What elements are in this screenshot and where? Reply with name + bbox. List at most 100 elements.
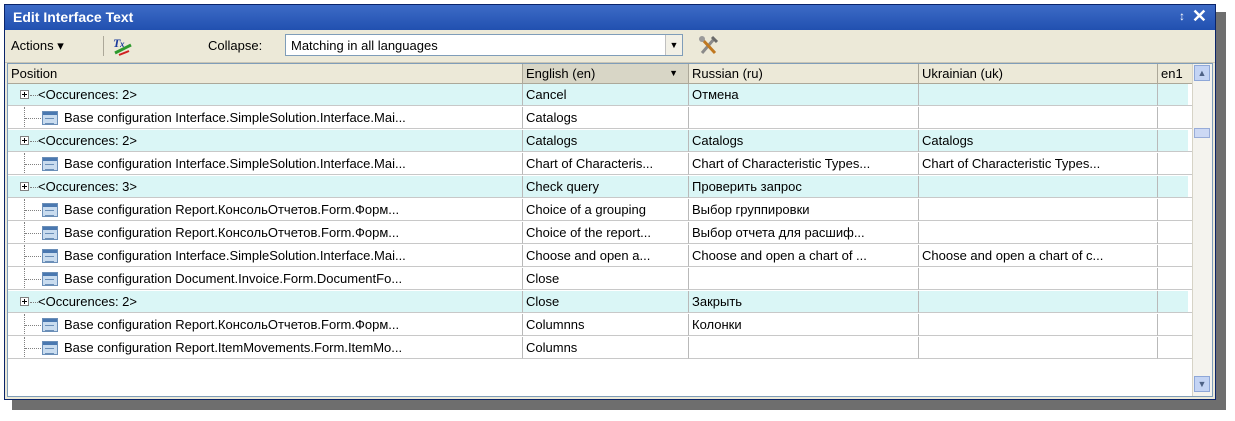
cell-russian[interactable]: Выбор группировки	[689, 199, 919, 221]
cell-ukrainian[interactable]	[919, 84, 1158, 106]
cell-en1[interactable]	[1158, 153, 1194, 175]
cell-en1[interactable]	[1158, 291, 1194, 313]
scroll-thumb[interactable]	[1194, 128, 1210, 138]
cell-position[interactable]: <Occurences: 2>	[8, 291, 523, 313]
cell-ukrainian[interactable]	[919, 314, 1158, 336]
cell-english[interactable]: Cancel	[523, 84, 689, 106]
column-header-position[interactable]: Position	[8, 64, 523, 83]
table-row[interactable]: Base configuration Report.КонсольОтчетов…	[8, 222, 1194, 244]
cell-en1[interactable]	[1158, 222, 1194, 244]
cell-english[interactable]: Catalogs	[523, 130, 689, 152]
collapse-select[interactable]: Matching in all languages ▼	[285, 34, 683, 56]
cell-russian[interactable]	[689, 337, 919, 359]
scroll-up-button[interactable]: ▲	[1194, 65, 1210, 81]
cell-position[interactable]: Base configuration Report.КонсольОтчетов…	[8, 199, 523, 221]
occurrences-label: <Occurences: 2>	[38, 294, 137, 309]
cell-ukrainian[interactable]	[919, 199, 1158, 221]
cell-english[interactable]: Choose and open a...	[523, 245, 689, 267]
cell-russian[interactable]	[689, 268, 919, 290]
cell-en1[interactable]	[1158, 107, 1194, 129]
cell-ukrainian[interactable]	[919, 268, 1158, 290]
table-row[interactable]: Base configuration Interface.SimpleSolut…	[8, 245, 1194, 267]
cell-position[interactable]: Base configuration Interface.SimpleSolut…	[8, 153, 523, 175]
cell-position[interactable]: <Occurences: 3>	[8, 176, 523, 198]
group-row[interactable]: <Occurences: 3> Check query Проверить запр…	[8, 176, 1194, 198]
cell-en1[interactable]	[1158, 268, 1194, 290]
table-row[interactable]: Base configuration Document.Invoice.Form…	[8, 268, 1194, 290]
cell-ukrainian[interactable]	[919, 107, 1158, 129]
cell-en1[interactable]	[1158, 314, 1194, 336]
column-header-en1[interactable]: en1	[1158, 64, 1194, 83]
cell-position[interactable]: Base configuration Interface.SimpleSolut…	[8, 107, 523, 129]
position-path: Base configuration Interface.SimpleSolut…	[64, 110, 406, 125]
cell-position[interactable]: <Occurences: 2>	[8, 130, 523, 152]
column-header-russian[interactable]: Russian (ru)	[689, 64, 919, 83]
cell-ukrainian[interactable]: Chart of Characteristic Types...	[919, 153, 1158, 175]
group-row[interactable]: <Occurences: 2> Close Закрыть	[8, 291, 1194, 313]
cell-russian[interactable]: Закрыть	[689, 291, 919, 313]
cell-en1[interactable]	[1158, 130, 1194, 152]
chevron-down-icon[interactable]: ▼	[665, 35, 682, 55]
close-icon[interactable]: ✕	[1192, 6, 1207, 27]
cell-english[interactable]: Chart of Characteris...	[523, 153, 689, 175]
column-header-ukrainian[interactable]: Ukrainian (uk)	[919, 64, 1158, 83]
tools-icon[interactable]	[697, 34, 721, 56]
cell-en1[interactable]	[1158, 245, 1194, 267]
cell-russian[interactable]: Выбор отчета для расшиф...	[689, 222, 919, 244]
tree-connector	[30, 141, 38, 142]
cell-position[interactable]: <Occurences: 2>	[8, 84, 523, 106]
pin-icon[interactable]: ↕	[1179, 9, 1185, 23]
expand-icon[interactable]	[20, 297, 29, 306]
cell-english[interactable]: Columns	[523, 337, 689, 359]
form-icon	[42, 341, 58, 355]
actions-menu-button[interactable]: Actions ▾	[11, 38, 64, 54]
table-row[interactable]: Base configuration Report.ItemMovements.…	[8, 337, 1194, 359]
expand-icon[interactable]	[20, 136, 29, 145]
group-row[interactable]: <Occurences: 2> Catalogs Catalogs Catalogs	[8, 130, 1194, 152]
expand-icon[interactable]	[20, 182, 29, 191]
vertical-scrollbar[interactable]: ▲ ▼	[1192, 64, 1212, 396]
cell-ukrainian[interactable]	[919, 176, 1158, 198]
toolbar-separator	[103, 36, 104, 56]
cell-ukrainian[interactable]: Choose and open a chart of c...	[919, 245, 1158, 267]
table-row[interactable]: Base configuration Report.КонсольОтчетов…	[8, 199, 1194, 221]
cell-russian[interactable]: Отмена	[689, 84, 919, 106]
table-row[interactable]: Base configuration Interface.SimpleSolut…	[8, 153, 1194, 175]
cell-ukrainian[interactable]	[919, 337, 1158, 359]
cell-english[interactable]: Choice of the report...	[523, 222, 689, 244]
cell-position[interactable]: Base configuration Report.КонсольОтчетов…	[8, 222, 523, 244]
occurrences-label: <Occurences: 3>	[38, 179, 137, 194]
cell-english[interactable]: Catalogs	[523, 107, 689, 129]
cell-en1[interactable]	[1158, 176, 1194, 198]
scroll-down-button[interactable]: ▼	[1194, 376, 1210, 392]
cell-english[interactable]: Close	[523, 268, 689, 290]
cell-ukrainian[interactable]	[919, 222, 1158, 244]
table-row[interactable]: Base configuration Interface.SimpleSolut…	[8, 107, 1194, 129]
cell-russian[interactable]: Проверить запрос	[689, 176, 919, 198]
cell-en1[interactable]	[1158, 337, 1194, 359]
cell-english[interactable]: Columnns	[523, 314, 689, 336]
cell-en1[interactable]	[1158, 199, 1194, 221]
cell-position[interactable]: Base configuration Report.КонсольОтчетов…	[8, 314, 523, 336]
window-title: Edit Interface Text	[13, 9, 134, 25]
cell-en1[interactable]	[1158, 84, 1194, 106]
cell-ukrainian[interactable]: Catalogs	[919, 130, 1158, 152]
cell-russian[interactable]: Catalogs	[689, 130, 919, 152]
cell-russian[interactable]: Choose and open a chart of ...	[689, 245, 919, 267]
cell-position[interactable]: Base configuration Interface.SimpleSolut…	[8, 245, 523, 267]
cell-english[interactable]: Close	[523, 291, 689, 313]
cell-position[interactable]: Base configuration Report.ItemMovements.…	[8, 337, 523, 359]
expand-icon[interactable]	[20, 90, 29, 99]
translate-icon[interactable]: T x	[111, 35, 135, 57]
cell-russian[interactable]: Chart of Characteristic Types...	[689, 153, 919, 175]
cell-russian[interactable]: Колонки	[689, 314, 919, 336]
cell-position[interactable]: Base configuration Document.Invoice.Form…	[8, 268, 523, 290]
cell-english[interactable]: Choice of a grouping	[523, 199, 689, 221]
cell-ukrainian[interactable]	[919, 291, 1158, 313]
cell-english[interactable]: Check query	[523, 176, 689, 198]
group-row[interactable]: <Occurences: 2> Cancel Отмена	[8, 84, 1194, 106]
table-row[interactable]: Base configuration Report.КонсольОтчетов…	[8, 314, 1194, 336]
cell-russian[interactable]	[689, 107, 919, 129]
column-header-english[interactable]: English (en) ▼	[523, 64, 689, 83]
form-icon	[42, 272, 58, 286]
